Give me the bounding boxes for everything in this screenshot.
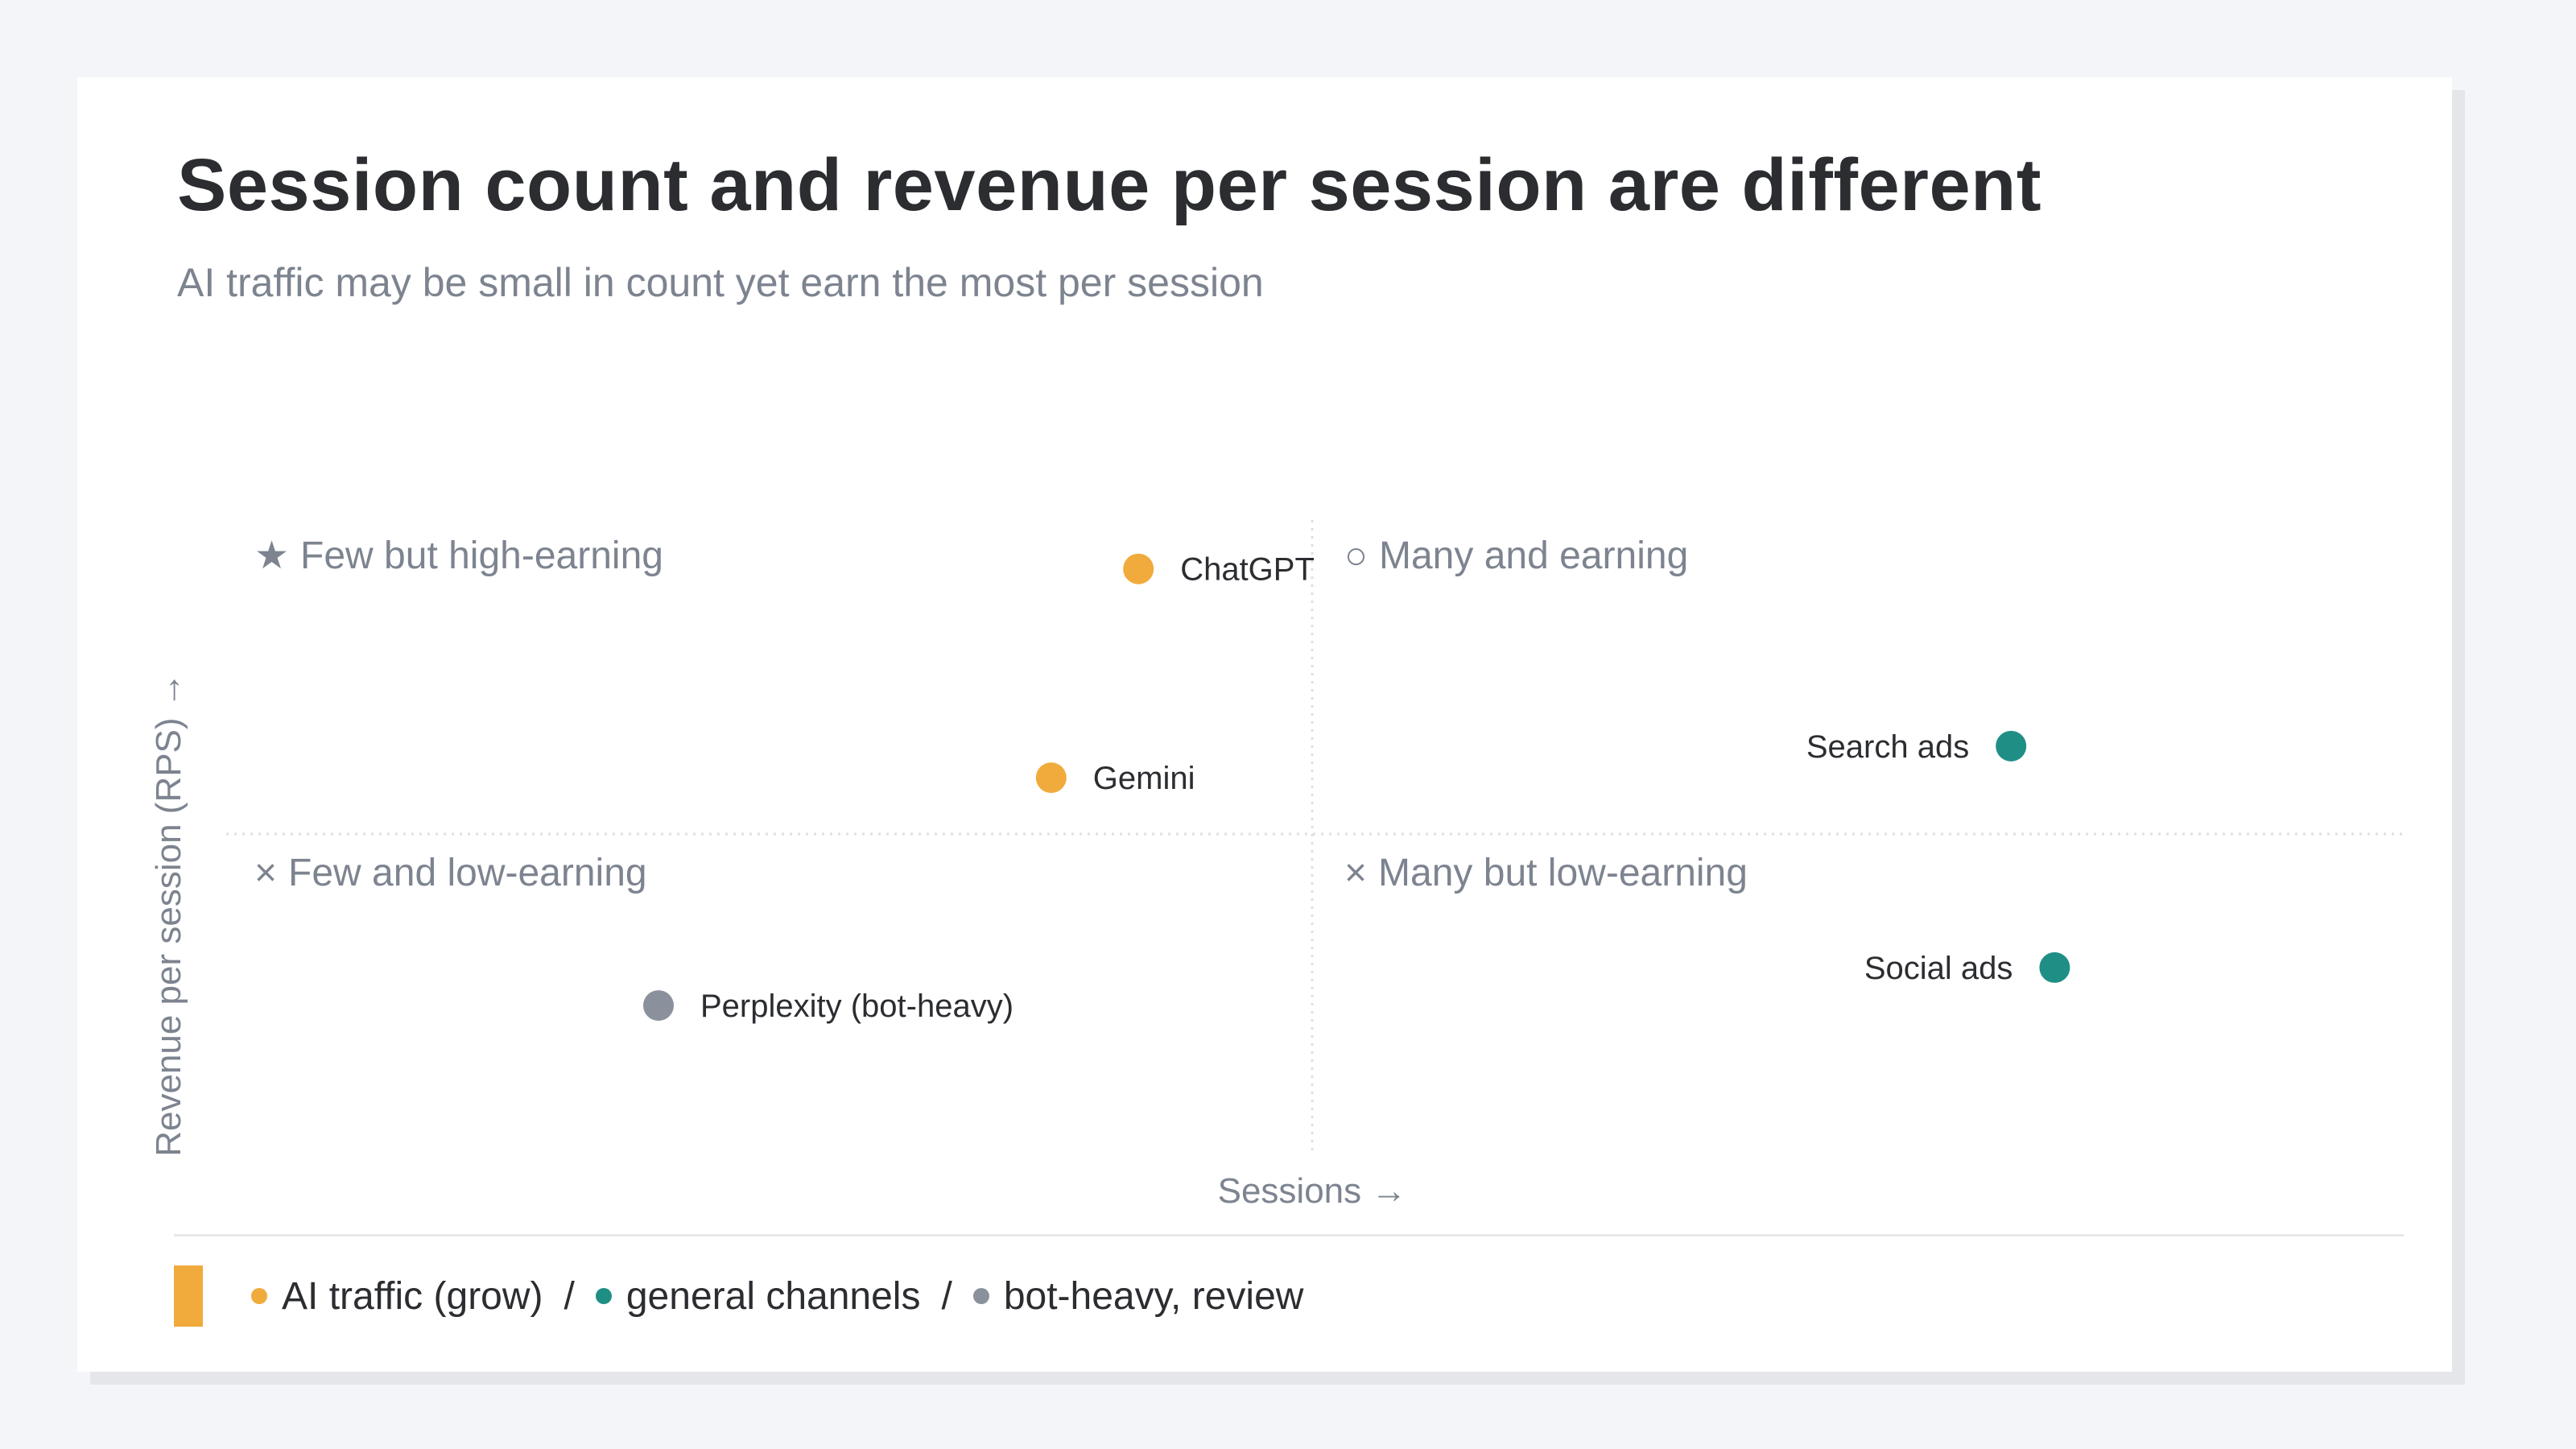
legend-dot-general <box>595 1288 612 1304</box>
quadrant-label-bottom-left: × Few and low-earning <box>254 852 647 894</box>
legend-separator: / <box>564 1274 575 1318</box>
quadrant-label-bottom-right: × Many but low-earning <box>1344 852 1748 894</box>
data-point-1[interactable] <box>1035 762 1067 794</box>
scatter-plot: ★ Few but high-earning ○ Many and earning × F… <box>149 520 2404 1211</box>
data-point-4[interactable] <box>2039 952 2070 983</box>
quadrant-label-text: Few but high-earning <box>300 535 663 577</box>
legend-dot-ai <box>251 1288 267 1304</box>
data-points: ChatGPT Gemini Perplexity (bot-heavy) Searc… <box>643 552 2070 1024</box>
legend-divider <box>174 1234 2404 1236</box>
quadrant-label-text: Many and earning <box>1379 535 1688 577</box>
x-axis-label: Sessions → <box>1218 1171 1407 1211</box>
quadrant-label-text: Few and low-earning <box>288 852 647 894</box>
quadrant-label-top-left: ★ Few but high-earning <box>254 535 663 577</box>
data-point-2[interactable] <box>643 990 674 1022</box>
data-point-label-3: Search ads <box>1806 729 1969 765</box>
data-point-0[interactable] <box>1123 553 1154 584</box>
data-point-label-0: ChatGPT <box>1180 552 1315 588</box>
legend-label-ai: AI traffic (grow) <box>282 1274 543 1318</box>
legend-accent-bar <box>174 1265 203 1327</box>
chart-card: Session count and revenue per session ar… <box>77 77 2452 1372</box>
data-point-3[interactable] <box>1996 730 2027 762</box>
quadrant-glyph-icon: × <box>1344 852 1367 894</box>
quadrant-glyph-icon: × <box>254 852 277 894</box>
quadrant-label-text: Many but low-earning <box>1378 852 1748 894</box>
data-point-label-2: Perplexity (bot-heavy) <box>700 989 1013 1024</box>
quadrant-label-top-right: ○ Many and earning <box>1344 535 1688 577</box>
quadrant-labels: ★ Few but high-earning ○ Many and earning × F… <box>254 535 1748 894</box>
data-point-label-1: Gemini <box>1093 761 1195 796</box>
legend-label-general: general channels <box>625 1274 921 1318</box>
legend: AI traffic (grow) / general channels / b… <box>174 1265 1303 1327</box>
quadrant-glyph-icon: ○ <box>1344 535 1368 577</box>
quadrant-dividers <box>226 520 2404 1152</box>
quadrant-glyph-icon: ★ <box>254 535 289 577</box>
legend-separator: / <box>941 1274 952 1318</box>
y-axis-label: Revenue per session (RPS) → <box>149 672 188 1157</box>
data-point-label-4: Social ads <box>1864 951 2013 986</box>
legend-label-bot: bot-heavy, review <box>1003 1274 1304 1318</box>
legend-dot-bot <box>972 1288 989 1304</box>
